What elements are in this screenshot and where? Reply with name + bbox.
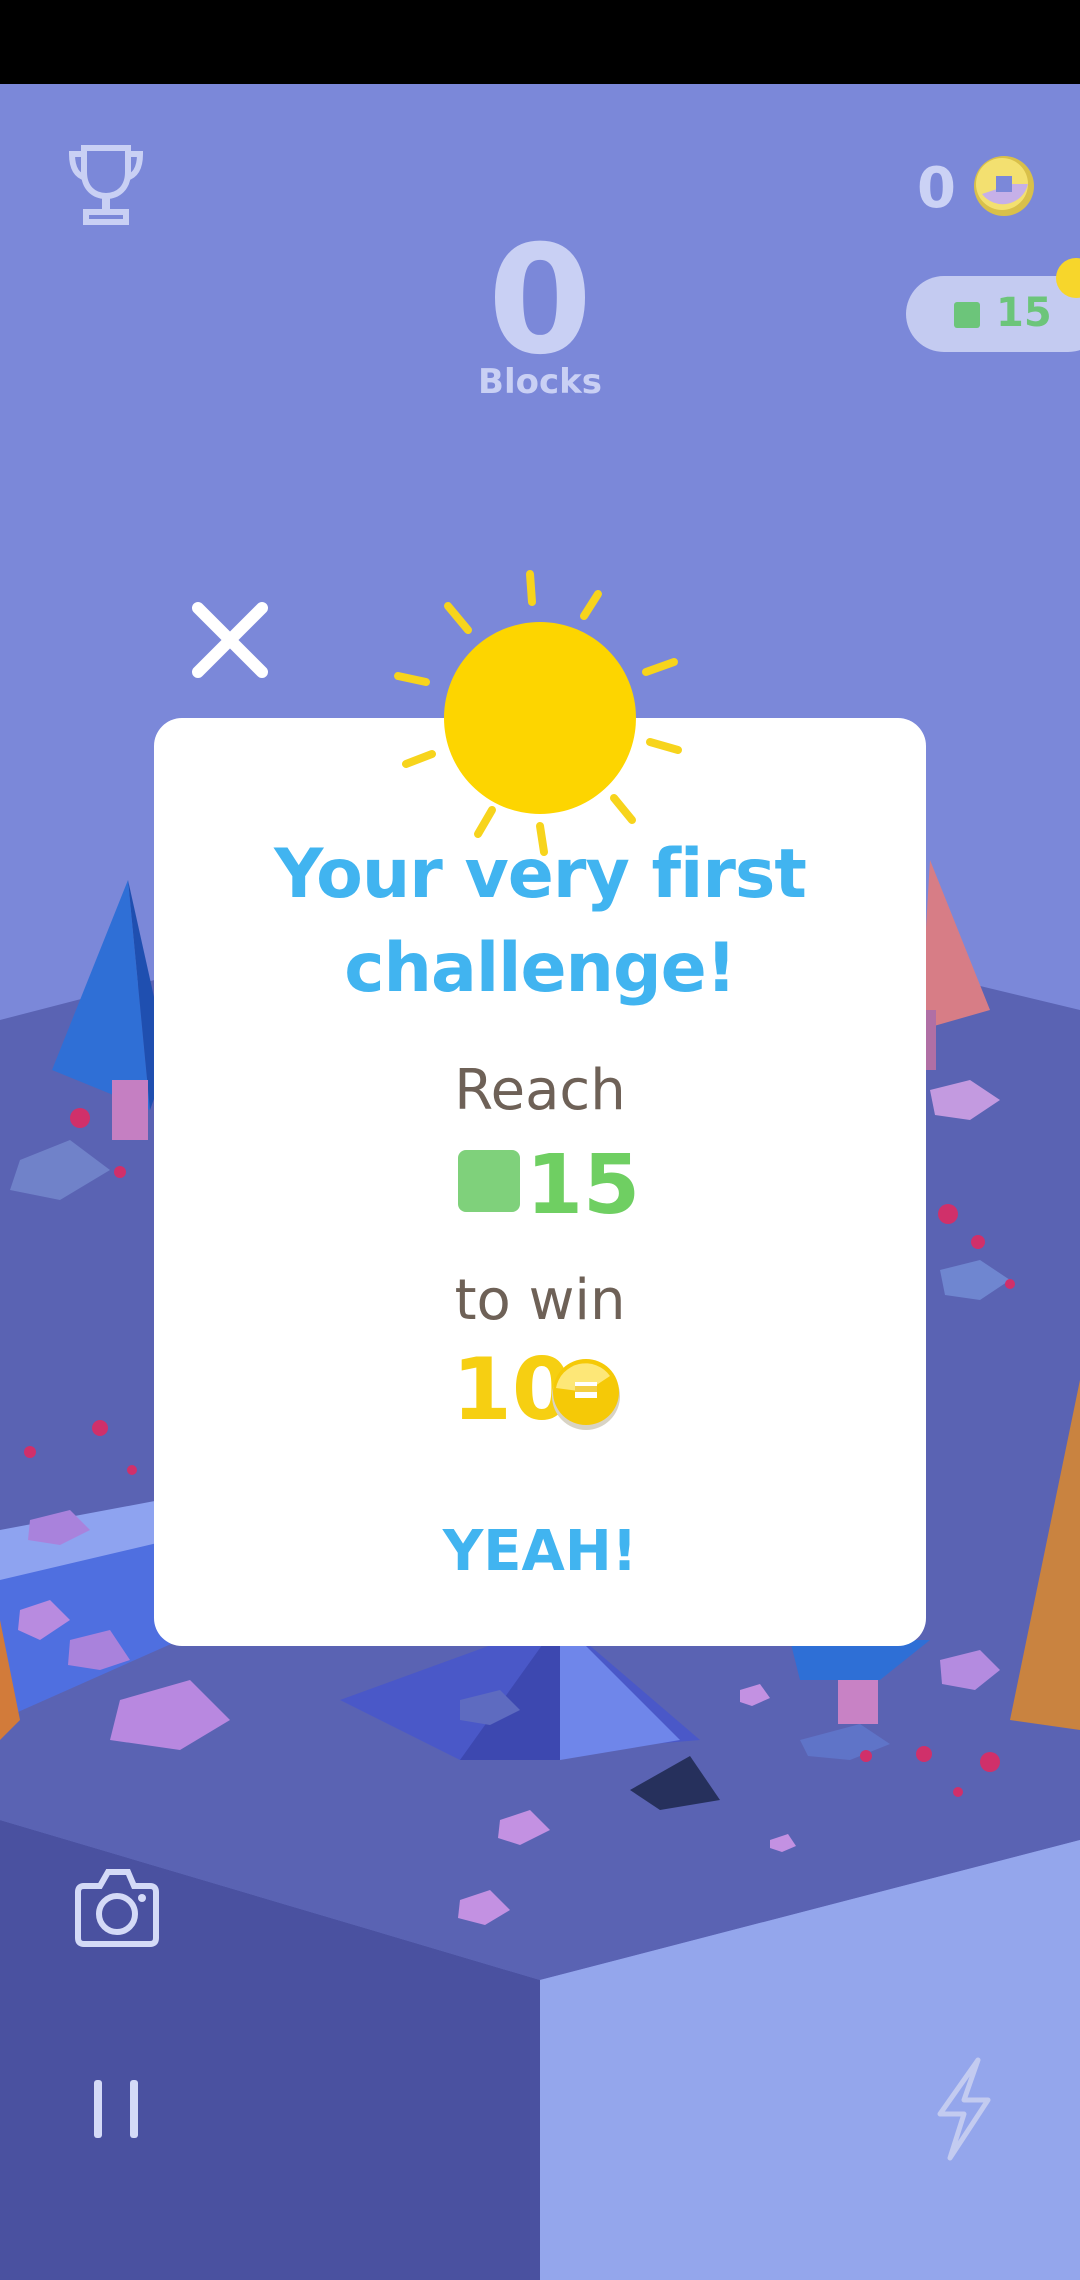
dialog-title-line1: Your very first xyxy=(274,835,807,914)
goal-value: 15 xyxy=(526,1138,641,1233)
pause-icon xyxy=(94,2080,138,2138)
coin-icon xyxy=(550,1358,622,1430)
lightning-icon xyxy=(937,2057,991,2161)
block-score-label: Blocks xyxy=(478,362,602,402)
confirm-button[interactable]: YEAH! xyxy=(390,1512,690,1592)
dialog-title-line2: challenge! xyxy=(344,929,737,1008)
coin-icon xyxy=(972,154,1036,218)
camera-icon xyxy=(75,1869,159,1947)
camera-button[interactable] xyxy=(72,1862,162,1952)
status-bar xyxy=(0,0,1080,84)
reach-label: Reach xyxy=(454,1058,626,1123)
trophy-icon[interactable] xyxy=(66,142,146,228)
block-icon xyxy=(458,1150,520,1212)
sun-icon xyxy=(388,564,688,864)
close-button[interactable] xyxy=(188,598,272,682)
dialog-title: Your very first challenge! xyxy=(154,828,926,1016)
close-icon xyxy=(192,602,268,678)
block-icon xyxy=(954,302,980,328)
small-sun-icon xyxy=(1056,258,1080,298)
coin-count: 0 xyxy=(917,156,956,221)
boost-button[interactable] xyxy=(926,2056,998,2162)
win-label: to win xyxy=(454,1268,626,1333)
pause-button[interactable] xyxy=(88,2076,144,2142)
